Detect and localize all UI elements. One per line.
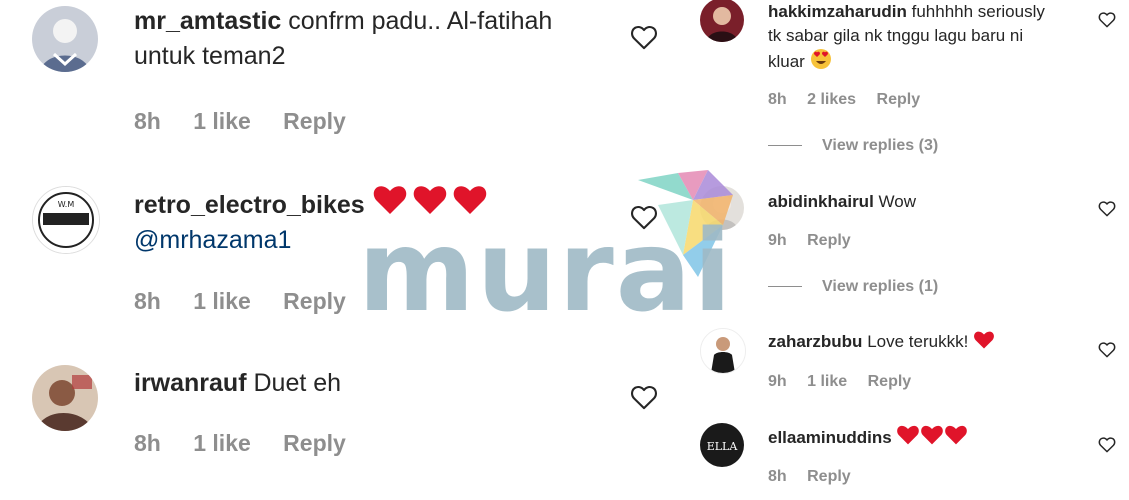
avatar[interactable] xyxy=(700,0,744,42)
comment-meta: 9h Reply xyxy=(768,232,867,250)
comment-time: 9h xyxy=(768,373,787,390)
avatar-logo-text: W.M xyxy=(58,200,75,209)
reply-button[interactable]: Reply xyxy=(807,468,851,485)
comment-likes[interactable]: 2 likes xyxy=(807,91,856,108)
red-heart-icon: ❤️ xyxy=(973,331,995,351)
avatar[interactable] xyxy=(32,6,98,72)
like-heart-icon[interactable] xyxy=(1098,436,1116,453)
heart-eyes-emoji-icon: 😍 xyxy=(810,49,832,71)
comment-likes[interactable]: 1 like xyxy=(807,373,847,390)
like-heart-icon[interactable] xyxy=(1098,11,1116,28)
like-heart-icon[interactable] xyxy=(1098,200,1116,217)
comment-username[interactable]: ellaaminuddins xyxy=(768,428,892,447)
left-comments-panel: mr_amtastic confrm padu.. Al-fatihah unt… xyxy=(0,0,680,500)
comment-emoji: ❤️❤️❤️ xyxy=(372,186,490,219)
reply-button[interactable]: Reply xyxy=(283,108,346,134)
like-heart-icon[interactable] xyxy=(630,24,658,50)
comment-likes[interactable]: 1 like xyxy=(193,108,251,134)
avatar[interactable]: W.M xyxy=(32,186,100,254)
comment-username[interactable]: irwanrauf xyxy=(134,369,247,397)
comment-time: 8h xyxy=(768,91,787,108)
red-heart-icon xyxy=(373,186,486,214)
comment-likes[interactable]: 1 like xyxy=(193,430,251,456)
comment-username[interactable]: mr_amtastic xyxy=(134,7,281,35)
like-heart-icon[interactable] xyxy=(630,384,658,410)
comment-time: 8h xyxy=(134,430,161,456)
like-heart-icon[interactable] xyxy=(1098,341,1116,358)
comment-username[interactable]: hakkimzaharudin xyxy=(768,2,907,21)
comment-meta: 8h 1 like Reply xyxy=(134,430,372,457)
divider-line xyxy=(768,145,802,147)
comment-time: 8h xyxy=(134,108,161,134)
comment-meta: 8h 1 like Reply xyxy=(134,108,372,135)
comment-text: Duet eh xyxy=(253,369,342,397)
right-comments-panel: hakkimzaharudin fuhhhhh seriously tk sab… xyxy=(680,0,1129,500)
comment-text: Love terukkk! xyxy=(867,332,969,351)
divider-line xyxy=(768,286,802,288)
view-replies-button[interactable]: View replies (1) xyxy=(768,278,938,296)
comment-meta: 8h 1 like Reply xyxy=(134,288,372,315)
reply-button[interactable]: Reply xyxy=(283,430,346,456)
comment-mention[interactable]: @mrhazama1 xyxy=(134,226,291,254)
comment-meta: 8h 2 likes Reply xyxy=(768,91,936,109)
reply-button[interactable]: Reply xyxy=(807,232,851,249)
reply-button[interactable]: Reply xyxy=(868,373,912,390)
comment-username[interactable]: abidinkhairul xyxy=(768,192,874,211)
comment-text: Wow xyxy=(878,192,917,211)
like-heart-icon[interactable] xyxy=(630,204,658,230)
comment-time: 8h xyxy=(134,288,161,314)
comment-username[interactable]: zaharzbubu xyxy=(768,332,862,351)
view-replies-button[interactable]: View replies (3) xyxy=(768,137,938,155)
reply-button[interactable]: Reply xyxy=(877,91,921,108)
comment-time: 8h xyxy=(768,468,787,485)
avatar[interactable] xyxy=(700,328,746,374)
avatar[interactable] xyxy=(32,365,98,431)
comment-likes[interactable]: 1 like xyxy=(193,288,251,314)
avatar[interactable] xyxy=(700,186,744,230)
comment-meta: 9h 1 like Reply xyxy=(768,373,927,391)
avatar-text: ELLA xyxy=(707,440,739,453)
comment-username[interactable]: retro_electro_bikes xyxy=(134,191,365,219)
red-heart-icon: ❤️❤️❤️ xyxy=(896,425,968,447)
avatar[interactable]: ELLA xyxy=(700,423,744,467)
comment-meta: 8h Reply xyxy=(768,468,867,486)
comment-time: 9h xyxy=(768,232,787,249)
reply-button[interactable]: Reply xyxy=(283,288,346,314)
